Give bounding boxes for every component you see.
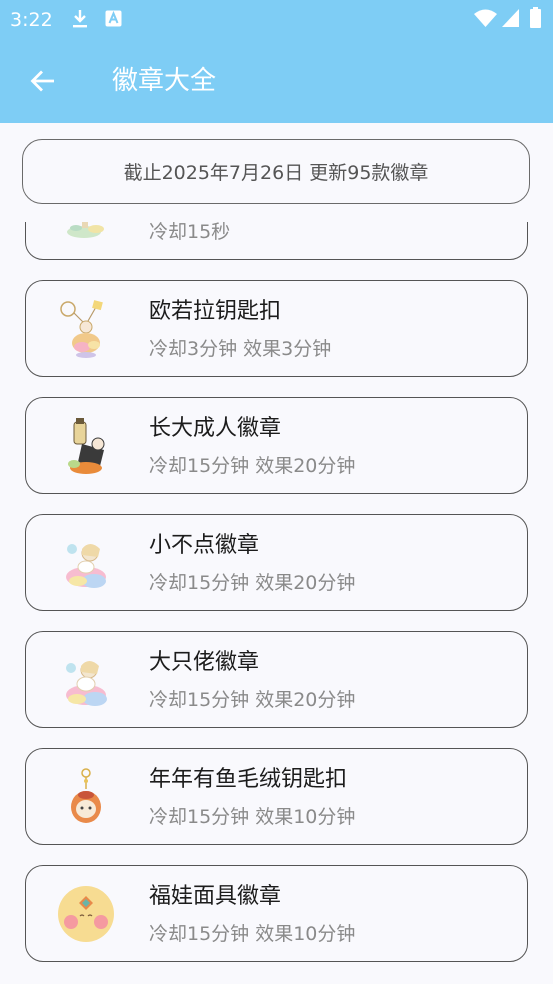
list-item[interactable]: 福娃面具徽章 冷却15分钟 效果10分钟	[25, 865, 528, 962]
list-item[interactable]: 小不点徽章 冷却15分钟 效果20分钟	[25, 514, 528, 611]
badge-title: 大只佬徽章	[149, 650, 260, 675]
status-time: 3:22	[10, 9, 53, 31]
little-one-badge-icon	[56, 533, 116, 593]
badge-detail: 冷却15分钟 效果20分钟	[149, 455, 356, 477]
badge-title: 长大成人徽章	[149, 416, 282, 441]
badge-title: 欧若拉钥匙扣	[149, 299, 282, 324]
badge-image-icon	[56, 222, 116, 242]
badge-title: 小不点徽章	[149, 533, 260, 558]
badge-detail: 冷却15分钟 效果20分钟	[149, 572, 356, 594]
badge-detail: 冷却15分钟 效果10分钟	[149, 806, 356, 828]
back-button[interactable]	[22, 60, 64, 102]
signal-icon	[502, 9, 519, 27]
badge-detail: 冷却15秒	[149, 222, 231, 243]
a-letter-icon	[105, 10, 122, 27]
list-item[interactable]: 年年有鱼毛绒钥匙扣 冷却15分钟 效果10分钟	[25, 748, 528, 845]
update-notice-text: 截止2025年7月26日 更新95款徽章	[123, 162, 429, 184]
battery-icon	[530, 7, 541, 28]
update-notice: 截止2025年7月26日 更新95款徽章	[22, 139, 530, 204]
download-icon	[73, 10, 87, 28]
list-item[interactable]: 欧若拉钥匙扣 冷却3分钟 效果3分钟	[25, 280, 528, 377]
fish-plush-keychain-icon	[56, 767, 116, 827]
fuwa-mask-badge-icon	[56, 884, 116, 944]
app-bar: 徽章大全	[0, 40, 553, 123]
big-guy-badge-icon	[56, 650, 116, 710]
status-bar: 3:22	[0, 0, 553, 40]
aurora-keychain-icon	[56, 299, 116, 359]
badge-list[interactable]: 冷却15秒 欧若拉钥匙扣 冷却3分钟 效果3分钟 长大成人徽章 冷却15分钟 效…	[0, 222, 553, 984]
badge-title: 福娃面具徽章	[149, 884, 282, 909]
arrow-back-icon	[30, 70, 54, 92]
list-item[interactable]: 长大成人徽章 冷却15分钟 效果20分钟	[25, 397, 528, 494]
badge-detail: 冷却3分钟 效果3分钟	[149, 338, 332, 360]
badge-detail: 冷却15分钟 效果10分钟	[149, 923, 356, 945]
badge-title: 年年有鱼毛绒钥匙扣	[149, 767, 348, 792]
list-item[interactable]: 大只佬徽章 冷却15分钟 效果20分钟	[25, 631, 528, 728]
wifi-icon	[474, 9, 497, 27]
grown-up-badge-icon	[56, 416, 116, 476]
badge-detail: 冷却15分钟 效果20分钟	[149, 689, 356, 711]
page-title: 徽章大全	[112, 66, 217, 96]
list-item[interactable]: 冷却15秒	[25, 222, 528, 260]
